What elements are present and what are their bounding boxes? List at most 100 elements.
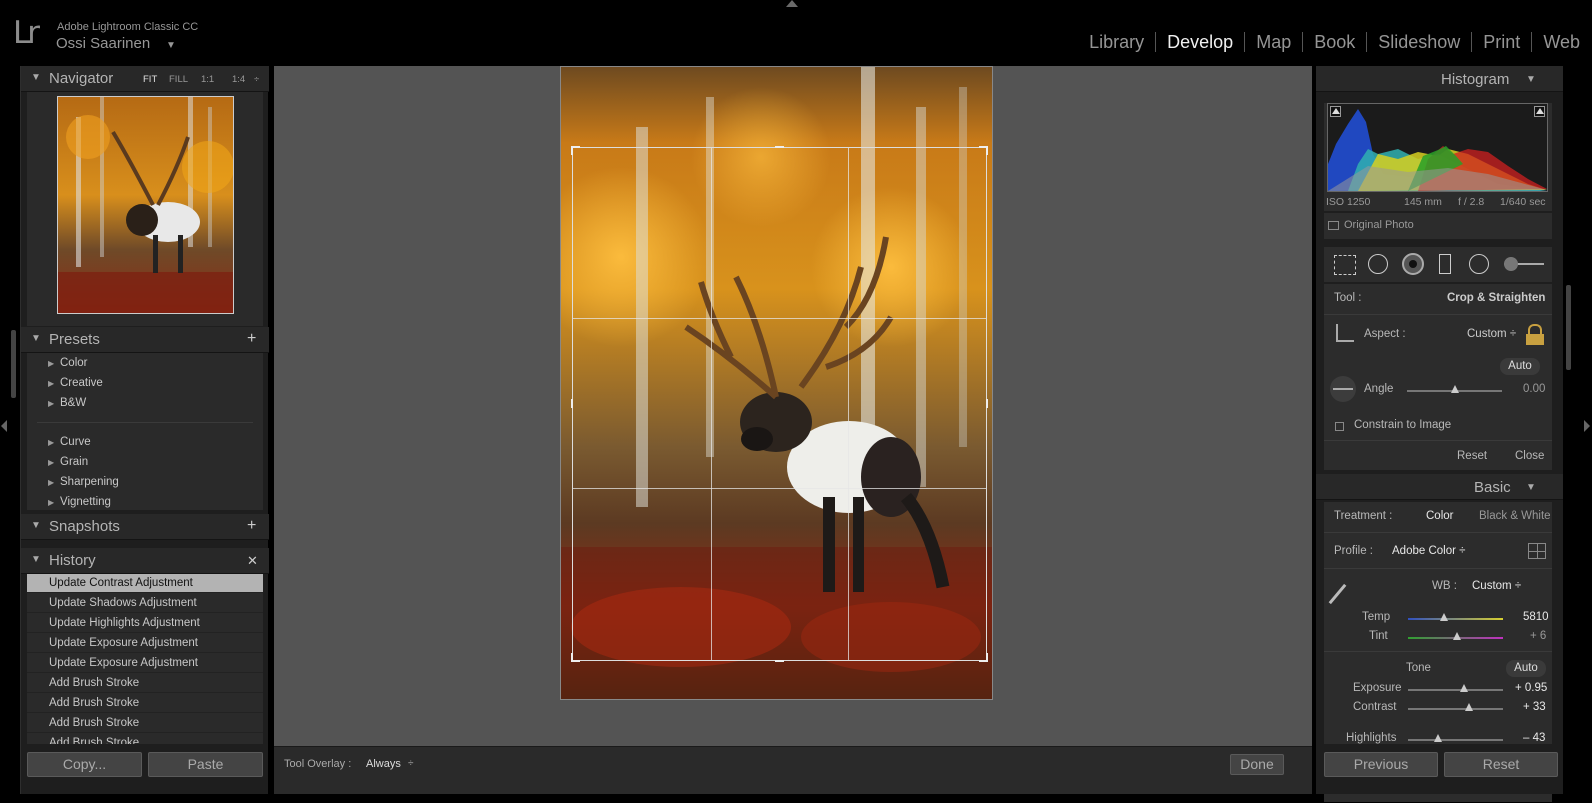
module-develop[interactable]: Develop [1156, 32, 1244, 53]
crop-aspect-icon[interactable] [1336, 324, 1354, 342]
right-panel-toggle-icon[interactable] [1584, 420, 1590, 432]
select-arrows-icon[interactable]: ÷ [408, 758, 414, 769]
angle-tool-icon[interactable] [1330, 376, 1356, 402]
left-panel-scrollbar[interactable] [11, 330, 16, 398]
preset-group[interactable]: Grain [60, 456, 88, 468]
tone-auto-button[interactable]: Auto [1506, 660, 1546, 677]
history-item[interactable]: Add Brush Stroke [27, 674, 263, 693]
nav-1-1[interactable]: 1:1 [201, 74, 214, 85]
collapse-icon[interactable]: ▼ [1526, 482, 1536, 493]
nav-fit[interactable]: FIT [143, 74, 157, 85]
left-panel-toggle-icon[interactable] [1, 420, 7, 432]
highlights-slider-thumb[interactable] [1434, 734, 1442, 742]
reset-button[interactable]: Reset [1444, 752, 1558, 777]
angle-value[interactable]: 0.00 [1523, 383, 1545, 395]
original-photo-checkbox[interactable] [1328, 221, 1339, 230]
history-item[interactable]: Update Highlights Adjustment [27, 614, 263, 633]
previous-button[interactable]: Previous [1324, 752, 1438, 777]
history-item[interactable]: Update Exposure Adjustment [27, 654, 263, 673]
tint-value[interactable]: + 6 [1530, 630, 1546, 642]
expand-icon[interactable]: ▶ [48, 379, 54, 388]
nav-fill[interactable]: FILL [169, 74, 188, 85]
history-item[interactable]: Update Shadows Adjustment [27, 594, 263, 613]
expand-icon[interactable]: ▶ [48, 478, 54, 487]
crop-handle-bottom[interactable] [775, 660, 784, 662]
right-panel-scrollbar[interactable] [1566, 285, 1571, 370]
profile-browser-icon[interactable] [1528, 543, 1546, 559]
exposure-slider-thumb[interactable] [1460, 684, 1468, 692]
photo-reindeer[interactable] [560, 66, 993, 700]
treatment-bw[interactable]: Black & White [1479, 510, 1551, 522]
expand-icon[interactable]: ▶ [48, 458, 54, 467]
crop-handle-top[interactable] [775, 146, 784, 148]
crop-handle-top-right[interactable] [979, 146, 988, 155]
expand-icon[interactable]: ▶ [48, 359, 54, 368]
module-web[interactable]: Web [1532, 32, 1580, 53]
highlight-clipping-icon[interactable] [1534, 106, 1545, 117]
navigator-header[interactable]: ▼ Navigator FIT FILL 1:1 1:4 ÷ [21, 66, 269, 92]
highlights-value[interactable]: – 43 [1523, 732, 1545, 744]
history-item[interactable]: Update Contrast Adjustment [27, 574, 263, 593]
contrast-slider-thumb[interactable] [1465, 703, 1473, 711]
auto-button[interactable]: Auto [1500, 358, 1540, 375]
presets-header[interactable]: ▼ Presets + [21, 327, 269, 353]
collapse-icon[interactable]: ▼ [1526, 74, 1536, 85]
basic-header[interactable]: Basic ▼ [1316, 474, 1563, 500]
collapse-icon[interactable]: ▼ [31, 520, 41, 531]
user-name[interactable]: Ossi Saarinen [56, 35, 150, 52]
paste-button[interactable]: Paste [148, 752, 263, 777]
angle-slider-thumb[interactable] [1451, 385, 1459, 393]
tint-slider-thumb[interactable] [1453, 632, 1461, 640]
crop-handle-bottom-right[interactable] [979, 653, 988, 662]
histogram-header[interactable]: Histogram ▼ [1316, 66, 1563, 92]
spot-removal-icon[interactable] [1368, 254, 1388, 274]
exposure-value[interactable]: + 0.95 [1515, 682, 1547, 694]
history-item[interactable]: Add Brush Stroke [27, 694, 263, 713]
module-book[interactable]: Book [1303, 32, 1366, 53]
exposure-slider[interactable] [1408, 689, 1503, 691]
adjustment-brush-icon[interactable] [1504, 257, 1544, 271]
history-item[interactable]: Update Exposure Adjustment [27, 634, 263, 653]
temp-slider-thumb[interactable] [1440, 613, 1448, 621]
expand-icon[interactable]: ▶ [48, 498, 54, 507]
collapse-icon[interactable]: ▼ [31, 72, 41, 83]
histogram-chart[interactable] [1327, 103, 1548, 192]
wb-eyedropper-icon[interactable] [1328, 583, 1347, 605]
preset-group[interactable]: B&W [60, 397, 86, 409]
expand-icon[interactable]: ▶ [48, 438, 54, 447]
temp-value[interactable]: 5810 [1523, 611, 1549, 623]
treatment-color[interactable]: Color [1426, 510, 1453, 522]
add-snapshot-icon[interactable]: + [247, 517, 256, 535]
crop-reset-button[interactable]: Reset [1457, 450, 1487, 462]
panel-toggle-top-icon[interactable] [786, 0, 798, 7]
module-print[interactable]: Print [1472, 32, 1531, 53]
crop-handle-top-left[interactable] [571, 146, 580, 155]
nav-1-4[interactable]: 1:4 [232, 74, 245, 85]
navigator-preview[interactable] [57, 96, 234, 314]
contrast-value[interactable]: + 33 [1523, 701, 1546, 713]
tool-overlay-select[interactable]: Always [366, 758, 401, 770]
history-item[interactable]: Add Brush Stroke [27, 714, 263, 733]
clear-history-icon[interactable]: ✕ [247, 553, 258, 569]
wb-select[interactable]: Custom ÷ [1472, 580, 1521, 592]
constrain-checkbox[interactable] [1335, 422, 1344, 431]
crop-frame[interactable] [571, 146, 988, 662]
module-slideshow[interactable]: Slideshow [1367, 32, 1471, 53]
history-header[interactable]: ▼ History ✕ [21, 548, 269, 574]
done-button[interactable]: Done [1230, 754, 1284, 775]
crop-tool-icon[interactable] [1334, 255, 1356, 275]
copy-button[interactable]: Copy... [27, 752, 142, 777]
preset-group[interactable]: Sharpening [60, 476, 119, 488]
module-library[interactable]: Library [1078, 32, 1155, 53]
crop-handle-bottom-left[interactable] [571, 653, 580, 662]
highlights-slider[interactable] [1408, 739, 1503, 741]
collapse-icon[interactable]: ▼ [31, 554, 41, 565]
nav-zoom-stepper-icon[interactable]: ÷ [254, 74, 259, 85]
shadow-clipping-icon[interactable] [1330, 106, 1341, 117]
add-preset-icon[interactable]: + [247, 330, 256, 348]
collapse-icon[interactable]: ▼ [31, 333, 41, 344]
red-eye-icon[interactable] [1402, 253, 1424, 275]
preset-group[interactable]: Color [60, 357, 87, 369]
preset-group[interactable]: Creative [60, 377, 103, 389]
crop-close-button[interactable]: Close [1515, 450, 1544, 462]
